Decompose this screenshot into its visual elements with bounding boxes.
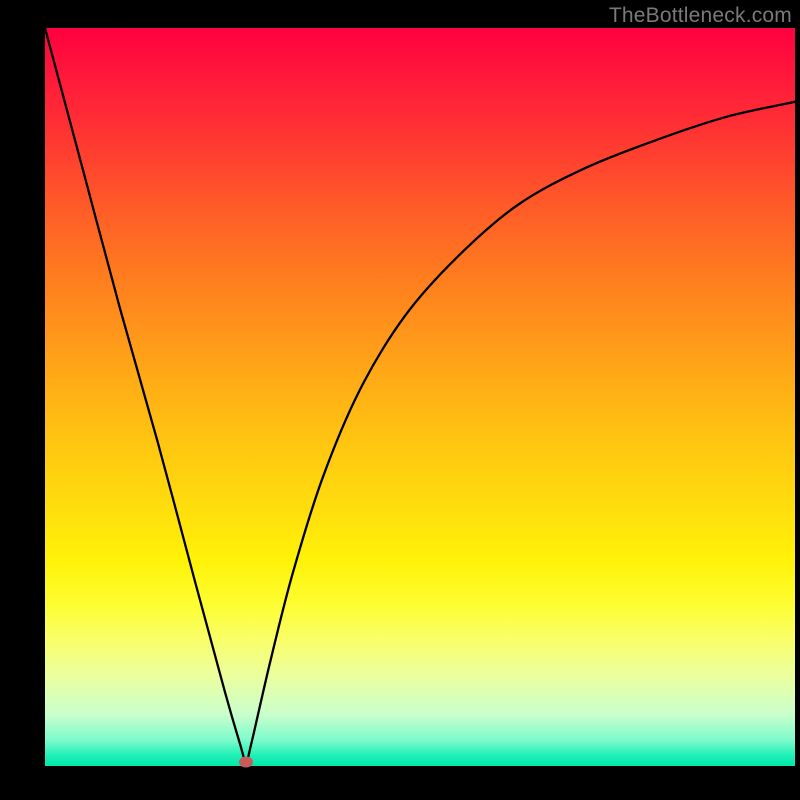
curve-layer [45,28,795,766]
chart-frame: TheBottleneck.com [0,0,800,800]
watermark-text: TheBottleneck.com [609,4,792,28]
bottleneck-curve [45,28,795,762]
plot-area [45,28,795,766]
optimal-point-marker [239,756,253,767]
